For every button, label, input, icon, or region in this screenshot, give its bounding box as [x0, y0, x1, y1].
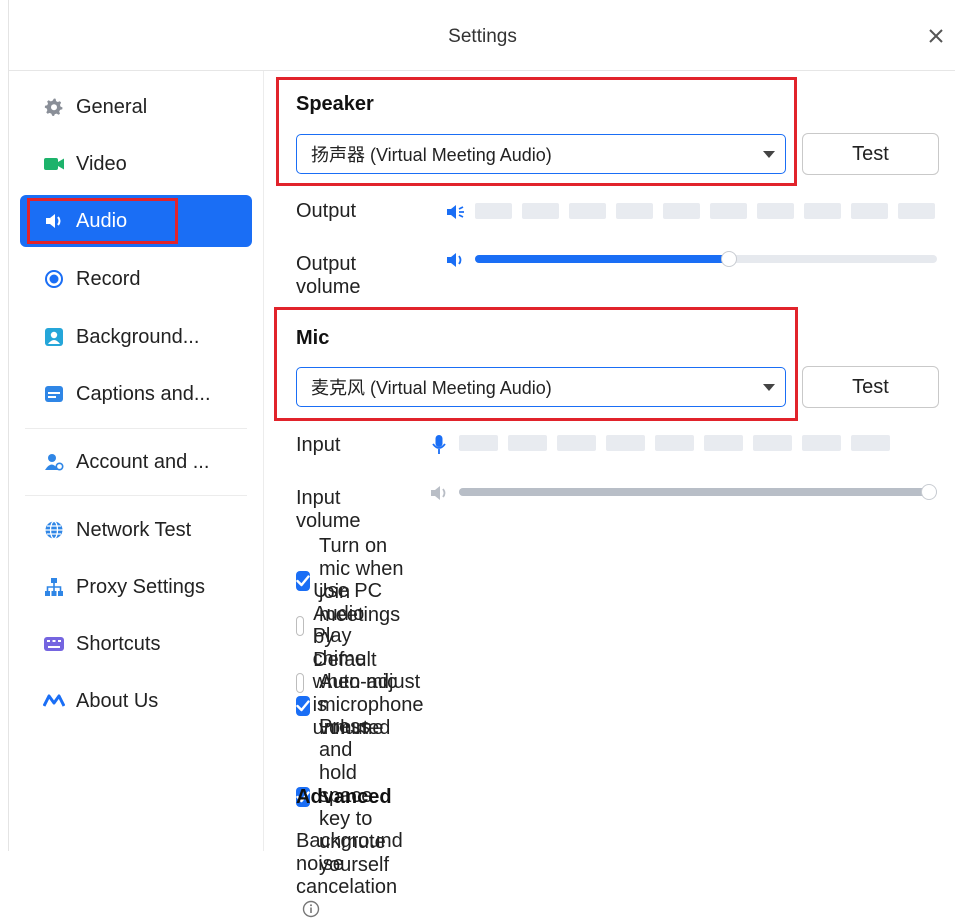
title-bar: Settings: [9, 0, 955, 71]
meter-segment: [851, 435, 890, 451]
captions-icon: [42, 382, 66, 406]
speaker-icon: [42, 209, 66, 233]
chevron-down-icon: [763, 151, 775, 158]
gear-icon: [42, 95, 66, 119]
noise-cancelation-label: Background noise cancelation: [296, 830, 403, 922]
output-level-meter: [475, 203, 935, 219]
volume-icon: [447, 253, 462, 267]
speaker-test-button[interactable]: Test: [802, 133, 939, 175]
sidebar-item-audio[interactable]: Audio: [20, 195, 252, 247]
meter-segment: [557, 435, 596, 451]
account-icon: [42, 450, 66, 474]
meter-segment: [569, 203, 606, 219]
output-volume-fill: [475, 255, 730, 263]
input-volume-thumb[interactable]: [921, 484, 937, 500]
info-icon[interactable]: [302, 900, 320, 918]
meter-segment: [804, 203, 841, 219]
meter-segment: [459, 435, 498, 451]
video-camera-icon: [42, 152, 66, 176]
sidebar-item-background[interactable]: Background...: [20, 311, 252, 363]
microphone-icon: [432, 435, 446, 454]
chevron-down-icon: [763, 384, 775, 391]
mic-device-value: 麦克风 (Virtual Meeting Audio): [311, 378, 552, 398]
input-label: Input: [296, 434, 341, 456]
mic-section-title: Mic: [296, 327, 330, 349]
sidebar-item-proxy-settings[interactable]: Proxy Settings: [20, 561, 252, 613]
speaker-section-title: Speaker: [296, 93, 374, 115]
close-icon[interactable]: [924, 24, 948, 48]
sidebar-item-label: Shortcuts: [76, 632, 161, 655]
meter-segment: [508, 435, 547, 451]
output-label: Output: [296, 200, 357, 222]
output-volume-label: Output volume: [296, 253, 361, 298]
sidebar-divider: [25, 495, 247, 496]
checkbox[interactable]: [296, 695, 310, 716]
output-volume-slider[interactable]: [475, 251, 937, 267]
noise-cancelation-text: Background noise cancelation: [296, 830, 403, 898]
meter-segment: [898, 203, 935, 219]
sidebar-divider: [25, 428, 247, 429]
sidebar-item-captions[interactable]: Captions and...: [20, 368, 252, 420]
meter-segment: [522, 203, 559, 219]
output-volume-thumb[interactable]: [721, 251, 738, 267]
record-icon: [42, 267, 66, 291]
logo-icon: [42, 689, 66, 713]
input-volume-label: Input volume: [296, 487, 361, 532]
sidebar-item-label: Captions and...: [76, 382, 211, 405]
mic-test-button[interactable]: Test: [802, 366, 939, 408]
sidebar-item-general[interactable]: General: [20, 81, 252, 133]
meter-segment: [802, 435, 841, 451]
sidebar-item-label: About Us: [76, 689, 159, 712]
sidebar-item-video[interactable]: Video: [20, 138, 252, 190]
meter-segment: [475, 203, 512, 219]
sidebar-item-record[interactable]: Record: [20, 253, 252, 305]
sidebar-item-about-us[interactable]: About Us: [20, 675, 252, 727]
mic-device-select[interactable]: 麦克风 (Virtual Meeting Audio): [296, 367, 786, 407]
meter-segment: [655, 435, 694, 451]
speaker-output-icon: [447, 205, 464, 219]
speaker-device-select[interactable]: 扬声器 (Virtual Meeting Audio): [296, 134, 786, 174]
sidebar-item-label: Audio: [76, 209, 128, 232]
volume-icon: [431, 486, 446, 500]
sidebar-item-label: Background...: [76, 325, 200, 348]
sidebar-item-label: Video: [76, 152, 127, 175]
sidebar: General Video Audio Record Background...: [9, 71, 264, 851]
window-title: Settings: [448, 26, 517, 47]
meter-segment: [710, 203, 747, 219]
meter-segment: [851, 203, 888, 219]
sidebar-item-label: Account and ...: [76, 450, 210, 473]
speaker-device-value: 扬声器 (Virtual Meeting Audio): [311, 145, 552, 165]
input-level-meter: [459, 435, 890, 451]
sidebar-item-label: General: [76, 95, 148, 118]
keyboard-icon: [42, 632, 66, 656]
checkmark-icon: [296, 699, 310, 711]
sidebar-item-label: Network Test: [76, 518, 192, 541]
sidebar-item-label: Record: [76, 267, 141, 290]
network-tree-icon: [42, 575, 66, 599]
input-volume-slider[interactable]: [459, 484, 937, 500]
meter-segment: [753, 435, 792, 451]
sidebar-item-account[interactable]: Account and ...: [20, 436, 252, 488]
input-volume-fill: [459, 488, 937, 496]
sidebar-item-shortcuts[interactable]: Shortcuts: [20, 618, 252, 670]
meter-segment: [704, 435, 743, 451]
meter-segment: [606, 435, 645, 451]
settings-window: Settings General Video Audio Record Back…: [8, 0, 955, 851]
meter-segment: [757, 203, 794, 219]
meter-segment: [663, 203, 700, 219]
meter-segment: [616, 203, 653, 219]
globe-icon: [42, 518, 66, 542]
sidebar-item-label: Proxy Settings: [76, 575, 205, 598]
advanced-section-title: Advanced: [296, 786, 392, 808]
portrait-icon: [42, 325, 66, 349]
sidebar-item-network-test[interactable]: Network Test: [20, 504, 252, 556]
